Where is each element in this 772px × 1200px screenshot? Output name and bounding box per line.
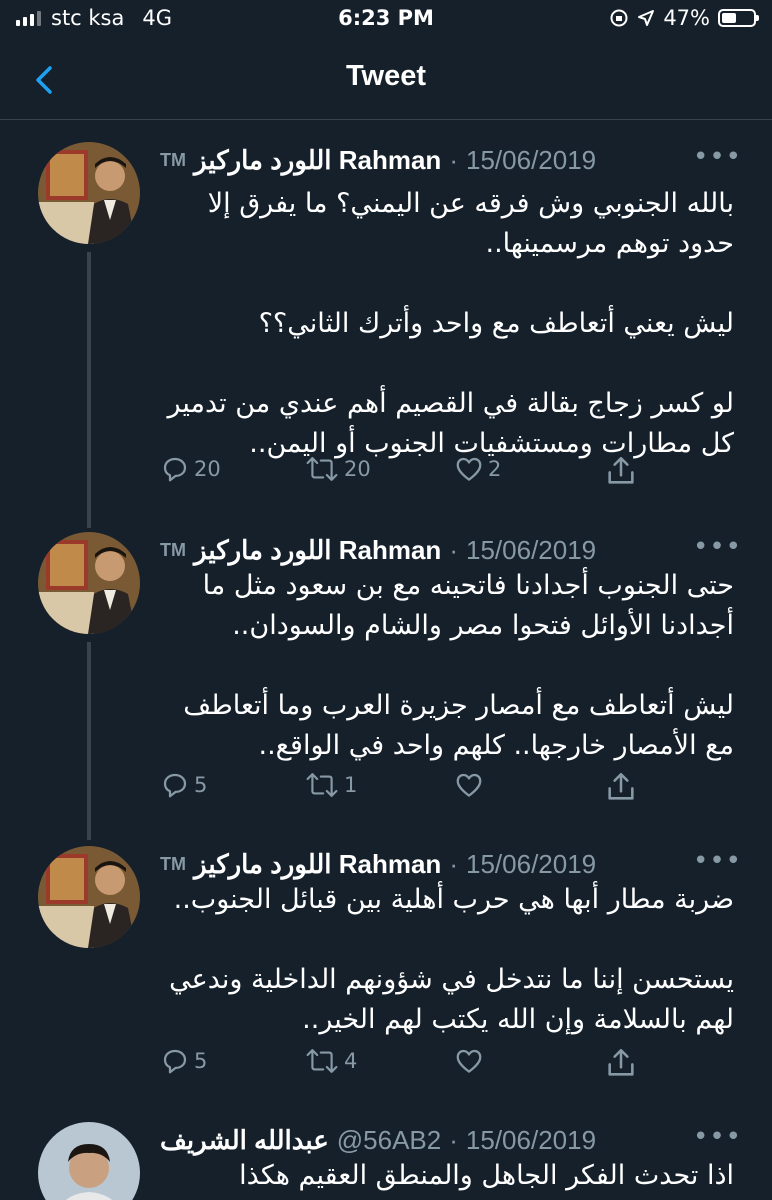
separator-dot: · [449, 144, 458, 175]
avatar[interactable] [38, 846, 140, 948]
more-icon[interactable]: ••• [693, 142, 742, 172]
retweet-count: 20 [344, 457, 371, 481]
like-button[interactable] [454, 1046, 488, 1076]
tweet-actions: 5 4 [160, 1046, 772, 1086]
share-icon [608, 456, 634, 484]
trademark-label: TM [160, 539, 186, 560]
orientation-lock-icon [610, 9, 628, 27]
separator-dot: · [449, 848, 458, 879]
share-icon [608, 772, 634, 800]
like-count: 2 [488, 457, 502, 481]
battery-percent: 47% [663, 6, 710, 30]
tweet-text: بالله الجنوبي وش فرقه عن اليمني؟ ما يفرق… [167, 188, 734, 459]
tweet[interactable]: TM اللورد ماركيز Rahman · 15/06/2019 •••… [0, 142, 772, 502]
retweet-count: 1 [344, 773, 358, 797]
tweet-text: اذا تحدث الفكر الجاهل والمنطق العقيم هكذ… [239, 1160, 734, 1191]
reply-button[interactable]: 5 [160, 770, 207, 800]
nav-bar: Tweet [0, 40, 772, 120]
share-icon [608, 1048, 634, 1076]
like-button[interactable]: 2 [454, 454, 501, 484]
separator-dot: · [449, 1124, 458, 1155]
share-button[interactable] [604, 1046, 638, 1080]
tweet-actions: 20 20 2 [160, 454, 772, 494]
tweet-header: عبدالله الشريف @56AB2 · 15/06/2019 [160, 1122, 732, 1158]
separator-dot: · [449, 534, 458, 565]
tweet-actions: 5 1 [160, 770, 772, 810]
tweet[interactable]: TM اللورد ماركيز Rahman · 15/06/2019 •••… [0, 846, 772, 1096]
avatar[interactable] [38, 142, 140, 244]
like-icon [456, 457, 482, 481]
share-button[interactable] [604, 770, 638, 804]
reply-count: 20 [194, 457, 221, 481]
reply-icon [163, 773, 187, 798]
retweet-icon [306, 1049, 338, 1073]
retweet-count: 4 [344, 1049, 358, 1073]
tweet-date: 15/06/2019 [465, 1124, 597, 1155]
location-arrow-icon [638, 10, 655, 26]
more-icon[interactable]: ••• [693, 532, 742, 562]
status-right: 47% [609, 6, 759, 30]
user-handle[interactable]: @56AB2 [337, 1125, 441, 1156]
reply-button[interactable]: 5 [160, 1046, 207, 1076]
retweet-icon [306, 457, 338, 481]
display-name[interactable]: عبدالله الشريف [160, 1125, 329, 1156]
display-name[interactable]: اللورد ماركيز Rahman [194, 849, 441, 880]
reply-tweet[interactable]: عبدالله الشريف @56AB2 · 15/06/2019 ••• ا… [0, 1122, 772, 1200]
tweet-text: ضربة مطار أبها هي حرب أهلية بين قبائل ال… [169, 884, 734, 1035]
retweet-button[interactable]: 20 [304, 454, 371, 484]
tweet-text: حتى الجنوب أجدادنا فاتحينه مع بن سعود مث… [183, 570, 734, 761]
trademark-label: TM [160, 853, 186, 874]
like-icon [456, 1049, 482, 1073]
page-title: Tweet [345, 60, 427, 92]
retweet-icon [306, 773, 338, 797]
avatar[interactable] [38, 1122, 140, 1200]
tweet[interactable]: TM اللورد ماركيز Rahman · 15/06/2019 •••… [0, 532, 772, 832]
tweet-date: 15/06/2019 [466, 144, 597, 175]
tweet-header: TM اللورد ماركيز Rahman · 15/06/2019 [160, 142, 732, 178]
retweet-button[interactable]: 1 [304, 770, 357, 800]
tweet-header: TM اللورد ماركيز Rahman · 15/06/2019 [160, 532, 732, 568]
trademark-label: TM [160, 149, 186, 170]
reply-count: 5 [194, 1049, 208, 1073]
more-icon[interactable]: ••• [693, 1122, 742, 1152]
reply-icon [163, 457, 187, 482]
like-button[interactable] [454, 770, 488, 800]
reply-icon [163, 1049, 187, 1074]
display-name[interactable]: اللورد ماركيز Rahman [194, 535, 441, 566]
reply-button[interactable]: 20 [160, 454, 221, 484]
like-icon [456, 773, 482, 797]
tweet-date: 15/06/2019 [466, 534, 597, 565]
share-button[interactable] [604, 454, 638, 488]
reply-count: 5 [194, 773, 208, 797]
tweet-date: 15/06/2019 [466, 848, 597, 879]
avatar[interactable] [38, 532, 140, 634]
more-icon[interactable]: ••• [693, 846, 742, 876]
retweet-button[interactable]: 4 [304, 1046, 357, 1076]
tweet-header: TM اللورد ماركيز Rahman · 15/06/2019 [160, 846, 732, 882]
display-name[interactable]: اللورد ماركيز Rahman [194, 145, 441, 176]
status-bar: stc ksa 4G 6:23 PM 47% [0, 0, 772, 40]
battery-icon [718, 9, 759, 27]
